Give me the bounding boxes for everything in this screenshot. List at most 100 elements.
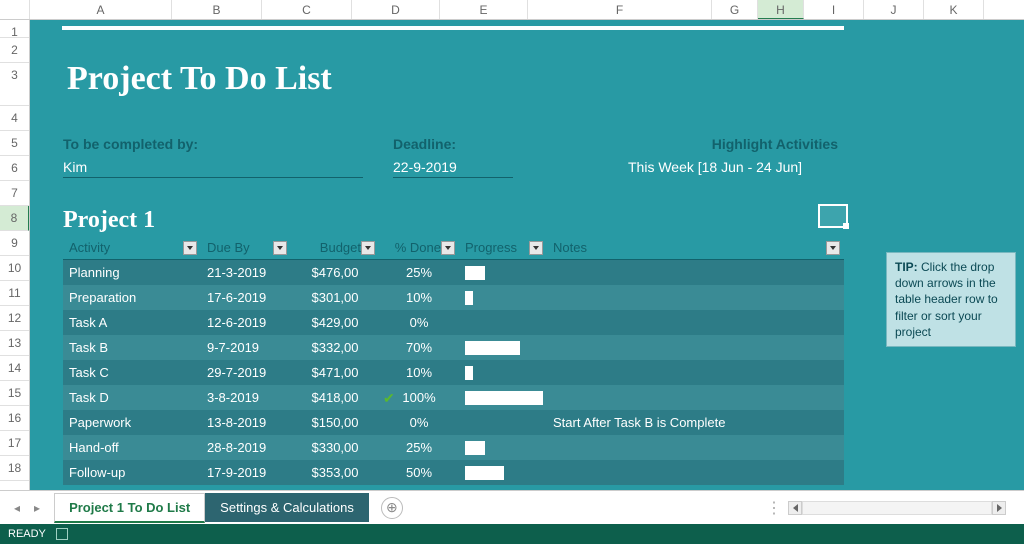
- cell-pdone[interactable]: 10%: [379, 290, 459, 305]
- filter-budget[interactable]: [361, 241, 375, 255]
- scroll-track[interactable]: [802, 501, 992, 515]
- cell-budget[interactable]: $476,00: [291, 265, 379, 280]
- cell-budget[interactable]: $332,00: [291, 340, 379, 355]
- macro-icon[interactable]: [56, 528, 68, 540]
- fill-handle[interactable]: [843, 223, 849, 229]
- col-pdone[interactable]: % Done: [379, 240, 459, 255]
- tab-nav-next[interactable]: ▸: [34, 501, 40, 515]
- worksheet[interactable]: Project To Do List To be completed by: K…: [30, 20, 1024, 490]
- cell-progress[interactable]: [459, 416, 547, 430]
- cell-progress[interactable]: [459, 341, 547, 355]
- row-header-3[interactable]: 3: [0, 63, 29, 106]
- cell-dueby[interactable]: 28-8-2019: [201, 440, 291, 455]
- cell-activity[interactable]: Follow-up: [63, 465, 201, 480]
- horizontal-scrollbar[interactable]: ⋮: [766, 501, 1006, 515]
- col-header-D[interactable]: D: [352, 0, 440, 19]
- table-row[interactable]: Paperwork13-8-2019$150,000% Start After T…: [63, 410, 844, 435]
- row-header-14[interactable]: 14: [0, 356, 29, 381]
- cell-budget[interactable]: $353,00: [291, 465, 379, 480]
- filter-notes[interactable]: [826, 241, 840, 255]
- cell-dueby[interactable]: 17-9-2019: [201, 465, 291, 480]
- row-header-10[interactable]: 10: [0, 256, 29, 281]
- cell-activity[interactable]: Task C: [63, 365, 201, 380]
- row-header-7[interactable]: 7: [0, 181, 29, 206]
- row-header-13[interactable]: 13: [0, 331, 29, 356]
- cell-pdone[interactable]: 50%: [379, 465, 459, 480]
- row-header-8[interactable]: 8: [0, 206, 29, 231]
- table-row[interactable]: Follow-up17-9-2019$353,0050%: [63, 460, 844, 485]
- filter-dueby[interactable]: [273, 241, 287, 255]
- cell-pdone[interactable]: ✔100%: [379, 390, 459, 405]
- tab-project1[interactable]: Project 1 To Do List: [54, 493, 205, 523]
- row-header-4[interactable]: 4: [0, 106, 29, 131]
- deadline-value[interactable]: 22-9-2019: [393, 159, 513, 178]
- col-header-E[interactable]: E: [440, 0, 528, 19]
- cell-pdone[interactable]: 10%: [379, 365, 459, 380]
- col-notes[interactable]: Notes: [547, 240, 844, 255]
- table-row[interactable]: Planning21-3-2019$476,0025%: [63, 260, 844, 285]
- row-header-12[interactable]: 12: [0, 306, 29, 331]
- tab-nav-first[interactable]: ◂: [14, 501, 20, 515]
- cell-progress[interactable]: [459, 291, 547, 305]
- col-activity[interactable]: Activity: [63, 240, 201, 255]
- col-header-H[interactable]: H: [758, 0, 804, 19]
- cell-dueby[interactable]: 12-6-2019: [201, 315, 291, 330]
- table-row[interactable]: Preparation17-6-2019$301,0010%: [63, 285, 844, 310]
- cell-dueby[interactable]: 21-3-2019: [201, 265, 291, 280]
- cell-budget[interactable]: $301,00: [291, 290, 379, 305]
- filter-progress[interactable]: [529, 241, 543, 255]
- col-header-K[interactable]: K: [924, 0, 984, 19]
- col-header-A[interactable]: A: [30, 0, 172, 19]
- col-header-B[interactable]: B: [172, 0, 262, 19]
- cell-dueby[interactable]: 13-8-2019: [201, 415, 291, 430]
- col-header-I[interactable]: I: [804, 0, 864, 19]
- cell-progress[interactable]: [459, 266, 547, 280]
- cell-progress[interactable]: [459, 441, 547, 455]
- table-row[interactable]: Hand-off28-8-2019$330,0025%: [63, 435, 844, 460]
- cell-budget[interactable]: $429,00: [291, 315, 379, 330]
- cell-pdone[interactable]: 25%: [379, 440, 459, 455]
- cell-notes[interactable]: Start After Task B is Complete: [547, 415, 844, 430]
- cell-pdone[interactable]: 0%: [379, 315, 459, 330]
- row-header-15[interactable]: 15: [0, 381, 29, 406]
- row-header-6[interactable]: 6: [0, 156, 29, 181]
- cell-pdone[interactable]: 0%: [379, 415, 459, 430]
- cell-activity[interactable]: Planning: [63, 265, 201, 280]
- row-header-5[interactable]: 5: [0, 131, 29, 156]
- cell-activity[interactable]: Hand-off: [63, 440, 201, 455]
- cell-progress[interactable]: [459, 466, 547, 480]
- cell-budget[interactable]: $418,00: [291, 390, 379, 405]
- completed-by-value[interactable]: Kim: [63, 159, 363, 178]
- cell-budget[interactable]: $150,00: [291, 415, 379, 430]
- row-header-9[interactable]: 9: [0, 231, 29, 256]
- row-header-18[interactable]: 18: [0, 456, 29, 481]
- select-all-corner[interactable]: [0, 0, 30, 19]
- col-header-G[interactable]: G: [712, 0, 758, 19]
- col-budget[interactable]: Budget: [291, 240, 379, 255]
- row-header-16[interactable]: 16: [0, 406, 29, 431]
- row-header-2[interactable]: 2: [0, 38, 29, 63]
- table-row[interactable]: Task C29-7-2019$471,0010%: [63, 360, 844, 385]
- cell-activity[interactable]: Task A: [63, 315, 201, 330]
- col-progress[interactable]: Progress: [459, 240, 547, 255]
- add-sheet-button[interactable]: ⊕: [381, 497, 403, 519]
- scroll-right[interactable]: [992, 501, 1006, 515]
- cell-activity[interactable]: Task D: [63, 390, 201, 405]
- cell-dueby[interactable]: 3-8-2019: [201, 390, 291, 405]
- row-header-11[interactable]: 11: [0, 281, 29, 306]
- cell-progress[interactable]: [459, 316, 547, 330]
- cell-budget[interactable]: $471,00: [291, 365, 379, 380]
- row-header-17[interactable]: 17: [0, 431, 29, 456]
- filter-pdone[interactable]: [441, 241, 455, 255]
- cell-activity[interactable]: Preparation: [63, 290, 201, 305]
- cell-activity[interactable]: Task B: [63, 340, 201, 355]
- cell-progress[interactable]: [459, 366, 547, 380]
- cell-activity[interactable]: Paperwork: [63, 415, 201, 430]
- scroll-left[interactable]: [788, 501, 802, 515]
- cell-pdone[interactable]: 25%: [379, 265, 459, 280]
- row-header-1[interactable]: 1: [0, 20, 29, 38]
- cell-dueby[interactable]: 17-6-2019: [201, 290, 291, 305]
- table-row[interactable]: Task D3-8-2019$418,00✔100%: [63, 385, 844, 410]
- filter-activity[interactable]: [183, 241, 197, 255]
- highlight-value[interactable]: This Week [18 Jun - 24 Jun]: [628, 159, 802, 175]
